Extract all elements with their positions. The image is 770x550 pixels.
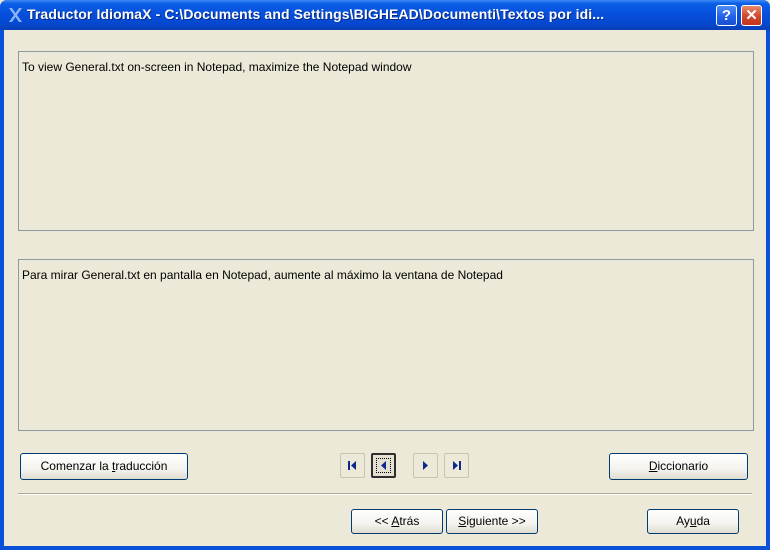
- first-button[interactable]: [340, 453, 365, 478]
- last-button[interactable]: [444, 453, 469, 478]
- source-text: To view General.txt on-screen in Notepad…: [22, 60, 412, 74]
- next-step-button[interactable]: Siguiente >>: [446, 509, 538, 534]
- previous-button[interactable]: [371, 453, 396, 478]
- back-button[interactable]: << Atrás: [351, 509, 443, 534]
- target-text: Para mirar General.txt en pantalla en No…: [22, 268, 503, 282]
- dictionary-button[interactable]: Diccionario: [609, 453, 748, 480]
- help-button[interactable]: Ayuda: [647, 509, 739, 534]
- help-label-suffix: da: [696, 514, 710, 528]
- next-label-suffix: iguiente >>: [466, 514, 526, 528]
- idiomax-logo-icon: [9, 8, 22, 22]
- help-label-mnemonic: u: [689, 514, 697, 528]
- first-record-icon: [348, 461, 356, 470]
- back-label-suffix: trás: [399, 514, 420, 528]
- previous-record-icon: [381, 461, 386, 470]
- window-title: Traductor IdiomaX - C:\Documents and Set…: [27, 6, 605, 22]
- next-record-icon: [423, 461, 428, 470]
- dict-label-suffix: iccionario: [657, 459, 709, 473]
- title-bar[interactable]: Traductor IdiomaX - C:\Documents and Set…: [0, 0, 770, 30]
- separator: [18, 493, 752, 495]
- start-label-suffix: raducción: [115, 459, 168, 473]
- app-window: Traductor IdiomaX - C:\Documents and Set…: [0, 0, 770, 550]
- source-text-pane[interactable]: To view General.txt on-screen in Notepad…: [18, 51, 754, 231]
- start-label-prefix: Comenzar la: [40, 459, 112, 473]
- next-button[interactable]: [413, 453, 438, 478]
- target-text-pane[interactable]: Para mirar General.txt en pantalla en No…: [18, 259, 754, 431]
- last-record-icon: [453, 461, 461, 470]
- help-icon[interactable]: ?: [716, 5, 737, 26]
- start-translation-button[interactable]: Comenzar la traducción: [20, 453, 188, 480]
- help-label-prefix: Ay: [676, 514, 690, 528]
- back-label-prefix: <<: [374, 514, 392, 528]
- close-icon[interactable]: ✕: [741, 5, 762, 26]
- client-area: To view General.txt on-screen in Notepad…: [4, 30, 766, 546]
